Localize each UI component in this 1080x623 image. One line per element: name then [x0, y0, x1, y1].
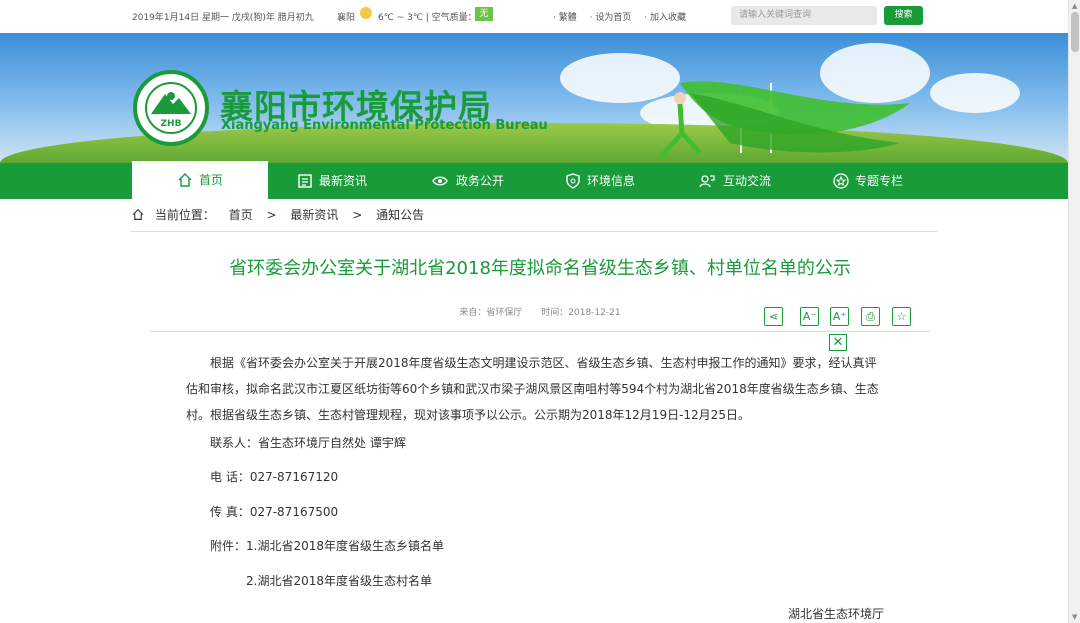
- fax-line: 传 真：027-87167500: [210, 505, 339, 519]
- breadcrumb-sep: >: [266, 208, 277, 222]
- nav-label: 最新资讯: [319, 174, 368, 188]
- date-text: 2019年1月14日 星期一 戊戌(狗)年 腊月初九: [132, 13, 314, 23]
- top-bar: 2019年1月14日 星期一 戊戌(狗)年 腊月初九 襄阳 6℃ ~ 3℃ | …: [0, 0, 1068, 32]
- nav-environment[interactable]: 环境信息: [565, 163, 635, 199]
- article-body: 根据《省环委会办公室关于开展2018年度省级生态文明建设示范区、省级生态乡镇、生…: [186, 350, 882, 428]
- cloud-decoration: [930, 73, 1020, 113]
- phone-line: 电 话：027-87167120: [210, 470, 339, 484]
- search-button[interactable]: 搜索: [884, 6, 923, 25]
- article-source: 来自：省环保厅: [459, 308, 523, 318]
- scroll-down-icon[interactable]: ▼: [1072, 613, 1077, 621]
- scrollbar-thumb[interactable]: [1071, 12, 1079, 52]
- dancer-figure-icon: [658, 81, 910, 160]
- news-icon: [298, 174, 312, 188]
- font-decrease-icon[interactable]: A⁻: [800, 307, 819, 326]
- nav-label: 专题专栏: [855, 174, 904, 188]
- nav-news[interactable]: 最新资讯: [297, 163, 367, 199]
- city-label: 襄阳: [337, 13, 356, 23]
- nav-label: 环境信息: [587, 174, 636, 188]
- nav-label: 首页: [199, 173, 224, 187]
- link-traditional[interactable]: · 繁體: [553, 13, 577, 23]
- nav-special[interactable]: 专题专栏: [833, 163, 903, 199]
- print-icon[interactable]: ⎙: [861, 307, 880, 326]
- breadcrumb-notice[interactable]: 通知公告: [376, 208, 424, 222]
- signature: 湖北省生态环境厅: [788, 607, 885, 621]
- nav-home[interactable]: 首页: [132, 161, 269, 199]
- breadcrumb-prefix: 当前位置：: [154, 208, 215, 222]
- bureau-name-en: Xiangyang Environmental Protection Burea…: [221, 118, 548, 133]
- scroll-up-icon[interactable]: ▲: [1072, 2, 1077, 10]
- breadcrumb-home[interactable]: 首页: [229, 208, 253, 222]
- nav-label: 互动交流: [723, 174, 772, 188]
- logo-text: ZHB: [160, 119, 182, 129]
- breadcrumb-sep: >: [352, 208, 363, 222]
- breadcrumb-news[interactable]: 最新资讯: [290, 208, 338, 222]
- contact-line: 联系人：省生态环境厅自然处 谭宇辉: [210, 436, 406, 450]
- search-input[interactable]: 请输入关键词查询: [731, 6, 877, 25]
- star-icon: [833, 173, 849, 189]
- home-icon: [178, 173, 192, 187]
- article-paragraph: 根据《省环委会办公室关于开展2018年度省级生态文明建设示范区、省级生态乡镇、生…: [186, 356, 879, 422]
- air-quality-badge: 无: [475, 7, 493, 21]
- nav-label: 政务公开: [456, 174, 505, 188]
- eye-icon: [432, 176, 448, 186]
- close-icon[interactable]: ✕: [829, 334, 847, 351]
- link-set-homepage[interactable]: · 设为首页: [590, 13, 632, 23]
- home-icon: [132, 208, 144, 220]
- nav-government[interactable]: 政务公开: [430, 163, 504, 199]
- mountain-icon: [151, 92, 191, 114]
- shield-icon: [566, 173, 580, 189]
- chat-icon: [699, 175, 715, 188]
- link-add-favorite[interactable]: · 加入收藏: [644, 13, 686, 23]
- main-nav: 首页 最新资讯 政务公开 环境信息 互动交流 专题专栏: [0, 161, 1068, 199]
- nav-interaction[interactable]: 互动交流: [697, 163, 771, 199]
- weather-sun-icon: [360, 7, 372, 19]
- attachment-1[interactable]: 附件：1.湖北省2018年度省级生态乡镇名单: [210, 537, 444, 554]
- temperature-text: 6℃ ~ 3℃ | 空气质量：: [378, 13, 477, 23]
- breadcrumb: 当前位置： 首页 > 最新资讯 > 通知公告: [131, 206, 937, 232]
- top-links: · 繁體 · 设为首页 · 加入收藏: [553, 10, 696, 23]
- article-title: 省环委会办公室关于湖北省2018年度拟命名省级生态乡镇、村单位名单的公示: [229, 258, 851, 279]
- font-increase-icon[interactable]: A⁺: [830, 307, 849, 326]
- share-icon[interactable]: ⋖: [764, 307, 783, 326]
- scrollbar[interactable]: ▲ ▼: [1068, 0, 1080, 623]
- header-banner: ZHB 襄阳市环境保护局 Xiangyang Environmental Pro…: [0, 33, 1068, 163]
- article-time: 时间：2018-12-21: [541, 308, 621, 318]
- divider: [150, 331, 930, 332]
- attachment-2[interactable]: 2.湖北省2018年度省级生态村名单: [246, 572, 432, 589]
- bureau-logo: ZHB: [133, 70, 209, 146]
- favorite-icon[interactable]: ☆: [892, 307, 911, 326]
